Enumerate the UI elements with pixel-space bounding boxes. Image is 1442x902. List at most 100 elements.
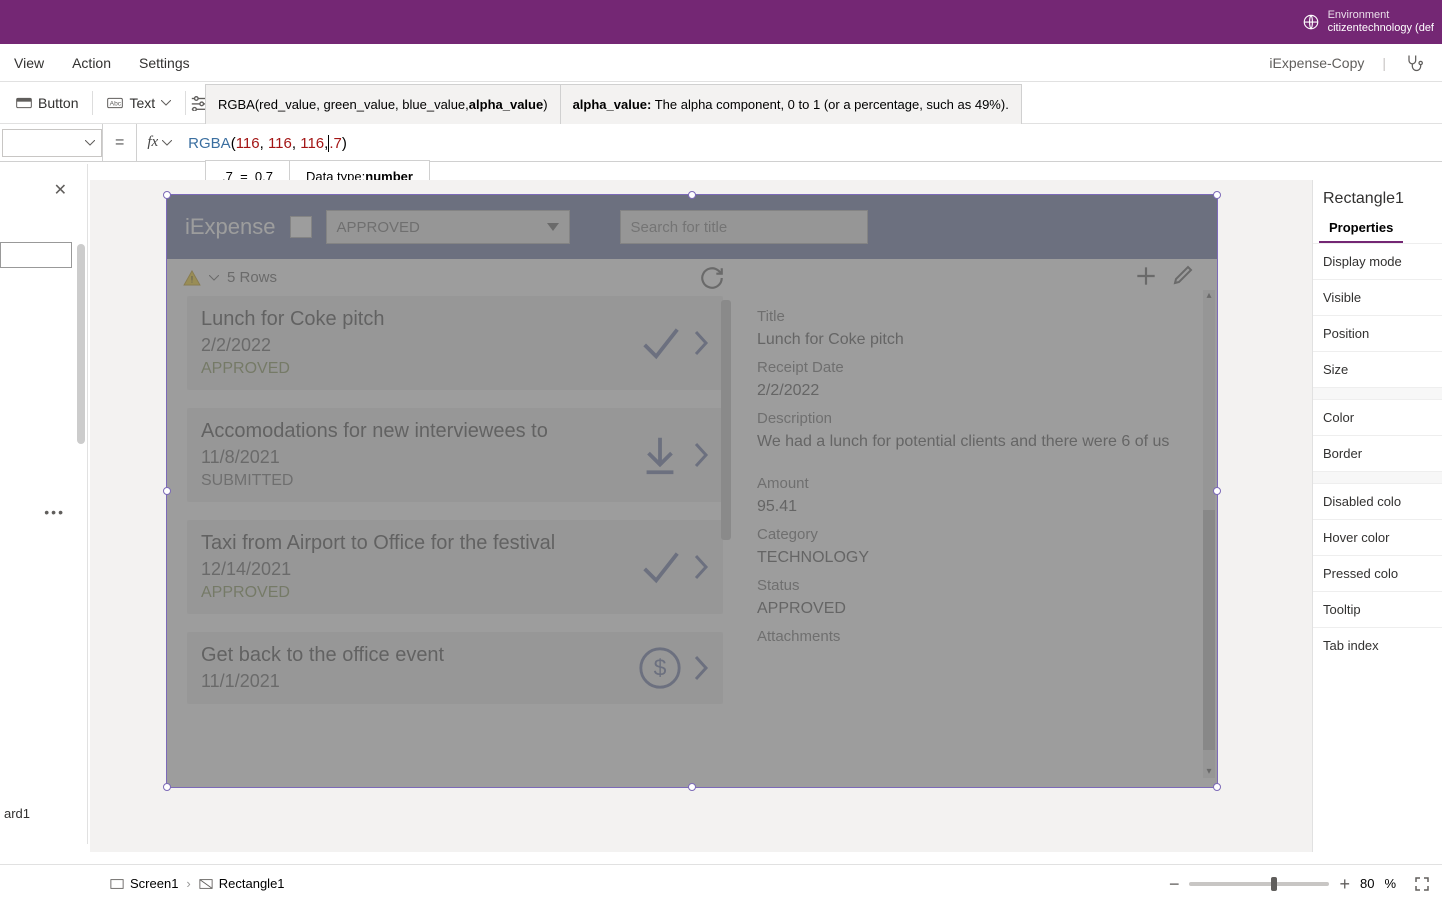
chevron-down-icon [209,275,219,281]
formula-input[interactable]: RGBA(116, 116, 116,.7) [182,134,347,152]
filter-checkbox[interactable] [290,216,312,238]
text-input-icon: Abc [107,95,123,111]
environment-block[interactable]: Environment citizentechnology (def [1302,9,1434,35]
chevron-down-icon [85,140,95,146]
chevron-right-icon[interactable] [693,329,709,357]
svg-text:$: $ [654,655,667,681]
check-icon [637,320,683,366]
prop-hover-color[interactable]: Hover color [1313,519,1442,555]
selected-element-name: Rectangle1 [1313,180,1442,214]
tree-search-input[interactable] [0,242,72,268]
check-icon [637,544,683,590]
svg-text:Abc: Abc [110,100,122,107]
screen-icon [110,877,124,891]
environment-value: citizentechnology (def [1328,22,1434,35]
equals-sign: = [102,124,137,161]
fit-to-screen-icon[interactable] [1414,876,1430,892]
insert-text-control[interactable]: Abc Text [97,91,181,115]
menu-action[interactable]: Action [72,55,111,71]
list-item[interactable]: Get back to the office event 11/1/2021 $ [187,632,723,704]
resize-handle[interactable] [163,487,171,495]
prop-display-mode[interactable]: Display mode [1313,243,1442,279]
more-icon[interactable]: ••• [44,504,65,520]
tree-view-panel: ✕ ••• [0,164,88,844]
chevron-down-icon [162,140,172,146]
chevron-down-icon [547,223,559,231]
list-item[interactable]: Taxi from Airport to Office for the fest… [187,520,723,614]
menu-bar: View Action Settings iExpense-Copy | [0,44,1442,82]
prop-position[interactable]: Position [1313,315,1442,351]
app-header: iExpense APPROVED Search for title [167,195,1217,259]
formula-signature: RGBA(red_value, green_value, blue_value,… [205,84,1022,124]
prop-size[interactable]: Size [1313,351,1442,387]
menu-view[interactable]: View [14,55,44,71]
scrollbar-thumb[interactable] [721,300,731,540]
status-dropdown[interactable]: APPROVED [326,210,570,244]
properties-panel: Rectangle1 Properties Display mode Visib… [1312,180,1442,852]
chevron-right-icon[interactable] [693,654,709,682]
zoom-value: 80 [1360,876,1374,891]
scroll-up-icon[interactable]: ▴ [1203,290,1215,302]
plus-icon[interactable] [1133,263,1159,289]
button-icon [16,95,32,111]
prop-pressed-color[interactable]: Pressed colo [1313,555,1442,591]
detail-form: ▴ ▾ Title Lunch for Coke pitch Receipt D… [737,290,1217,778]
app-checker-icon[interactable] [1404,53,1424,73]
property-selector[interactable] [2,129,102,157]
prop-disabled-color[interactable]: Disabled colo [1313,483,1442,519]
environment-label: Environment [1328,9,1434,22]
zoom-slider[interactable] [1189,882,1329,886]
resize-handle[interactable] [1213,191,1221,199]
warning-icon: ! [183,270,201,286]
zoom-in-button[interactable]: + [1339,875,1350,893]
refresh-icon[interactable] [699,265,725,291]
scrollbar-thumb[interactable] [1203,510,1215,750]
list-item[interactable]: Accomodations for new interviewees to 11… [187,408,723,502]
pencil-icon[interactable] [1171,263,1195,287]
chevron-down-icon [161,100,171,106]
prop-color[interactable]: Color [1313,399,1442,435]
tree-item-truncated[interactable]: ard1 [4,806,30,821]
dollar-icon: $ [637,645,683,691]
scrollbar-thumb[interactable] [77,244,85,444]
chevron-right-icon[interactable] [693,553,709,581]
breadcrumb-rectangle[interactable]: Rectangle1 [191,876,293,891]
search-input[interactable]: Search for title [620,210,868,244]
chevron-right-icon[interactable] [693,441,709,469]
prop-border[interactable]: Border [1313,435,1442,471]
list-item[interactable]: Lunch for Coke pitch 2/2/2022 APPROVED [187,296,723,390]
close-icon[interactable]: ✕ [54,180,67,200]
menu-settings[interactable]: Settings [139,55,190,71]
app-name: iExpense-Copy [1269,55,1364,71]
app-title: iExpense [185,214,276,240]
expense-list: Lunch for Coke pitch 2/2/2022 APPROVED A… [167,290,737,778]
zoom-out-button[interactable]: − [1169,875,1180,893]
canvas[interactable]: iExpense APPROVED Search for title ! 5 R… [90,180,1442,852]
row-count: 5 Rows [227,269,277,286]
download-icon [637,432,683,478]
app-preview: iExpense APPROVED Search for title ! 5 R… [167,195,1217,787]
prop-tab-index[interactable]: Tab index [1313,627,1442,663]
insert-button-control[interactable]: Button [6,91,88,115]
rectangle-icon [199,877,213,891]
resize-handle[interactable] [163,191,171,199]
list-header: ! 5 Rows [167,259,1217,290]
selection-rectangle[interactable]: iExpense APPROVED Search for title ! 5 R… [166,194,1218,788]
zoom-controls: − + 80 % [1169,875,1430,893]
resize-handle[interactable] [688,783,696,791]
breadcrumb-screen[interactable]: Screen1 [102,876,186,891]
formula-bar: = fx RGBA(116, 116, 116,.7) [0,124,1442,162]
globe-icon [1302,13,1320,31]
prop-tooltip[interactable]: Tooltip [1313,591,1442,627]
resize-handle[interactable] [688,191,696,199]
title-bar: Environment citizentechnology (def [0,0,1442,44]
resize-handle[interactable] [1213,783,1221,791]
status-bar: Screen1 › Rectangle1 − + 80 % [0,864,1442,902]
prop-visible[interactable]: Visible [1313,279,1442,315]
resize-handle[interactable] [1213,487,1221,495]
scroll-down-icon[interactable]: ▾ [1203,766,1215,778]
svg-text:!: ! [191,274,193,284]
tab-properties[interactable]: Properties [1319,214,1403,243]
fx-label[interactable]: fx [137,134,182,151]
resize-handle[interactable] [163,783,171,791]
